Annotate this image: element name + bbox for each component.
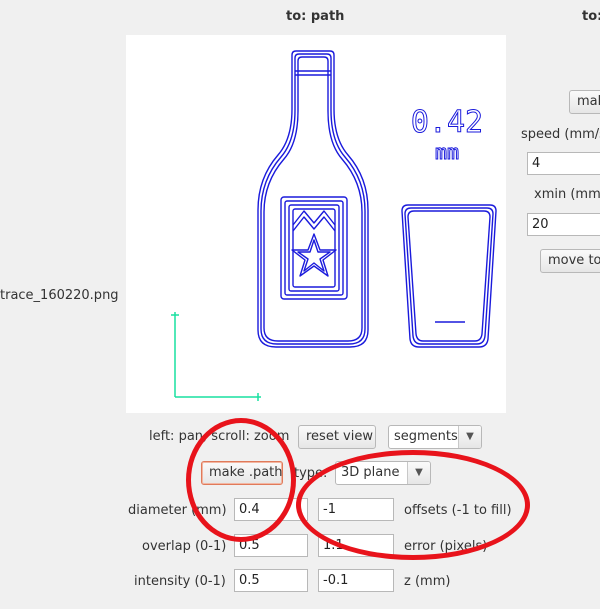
view-select-value: segments [394, 429, 458, 444]
xmin-input[interactable]: 20 [527, 213, 600, 236]
diameter-label: diameter (mm) [128, 503, 227, 518]
xmin-label: xmin (mm) [534, 187, 600, 202]
offsets-label: offsets (-1 to fill) [404, 503, 512, 518]
view-select[interactable]: segments ▼ [388, 425, 482, 449]
toolpath-drawing: 0.42 mm [171, 50, 497, 401]
type-select[interactable]: 3D plane ▼ [335, 461, 431, 485]
speed-label: speed (mm/s [521, 127, 600, 142]
view-hint: left: pan, scroll: zoom [149, 429, 290, 444]
bottle-outline-outer [257, 50, 369, 348]
diameter-input[interactable]: 0.4 [234, 498, 308, 521]
right-panel-title: to: [582, 9, 600, 24]
speed-input[interactable]: 4 [527, 152, 600, 175]
move-to-button[interactable]: move to [540, 249, 600, 273]
overlap-label: overlap (0-1) [142, 539, 227, 554]
z-label: z (mm) [404, 574, 451, 589]
z-input[interactable]: -0.1 [318, 569, 394, 592]
intensity-label: intensity (0-1) [134, 574, 226, 589]
toolpath-canvas[interactable]: 0.42 mm [126, 35, 506, 413]
chevron-down-icon: ▼ [458, 426, 481, 448]
input-file-name: trace_160220.png [0, 288, 119, 303]
make-path-button[interactable]: make .path [201, 461, 283, 485]
origin-axes [171, 312, 261, 401]
offsets-input[interactable]: -1 [318, 498, 394, 521]
type-label: type: [294, 466, 328, 481]
error-label: error (pixels) [404, 539, 488, 554]
intensity-input[interactable]: 0.5 [234, 569, 308, 592]
reset-view-button[interactable]: reset view [298, 425, 376, 449]
error-input[interactable]: 1.1 [318, 534, 394, 557]
glass-outline-2 [404, 207, 494, 345]
measure-value: 0.42 [411, 105, 483, 140]
bottle-outline-2 [260, 53, 366, 345]
type-select-value: 3D plane [341, 465, 400, 480]
right-make-button[interactable]: mak [569, 90, 600, 114]
bottle-label-outer [280, 196, 348, 300]
panel-title: to: path [286, 9, 345, 24]
overlap-input[interactable]: 0.5 [234, 534, 308, 557]
chevron-down-icon: ▼ [407, 462, 430, 484]
measure-unit: mm [435, 140, 459, 164]
